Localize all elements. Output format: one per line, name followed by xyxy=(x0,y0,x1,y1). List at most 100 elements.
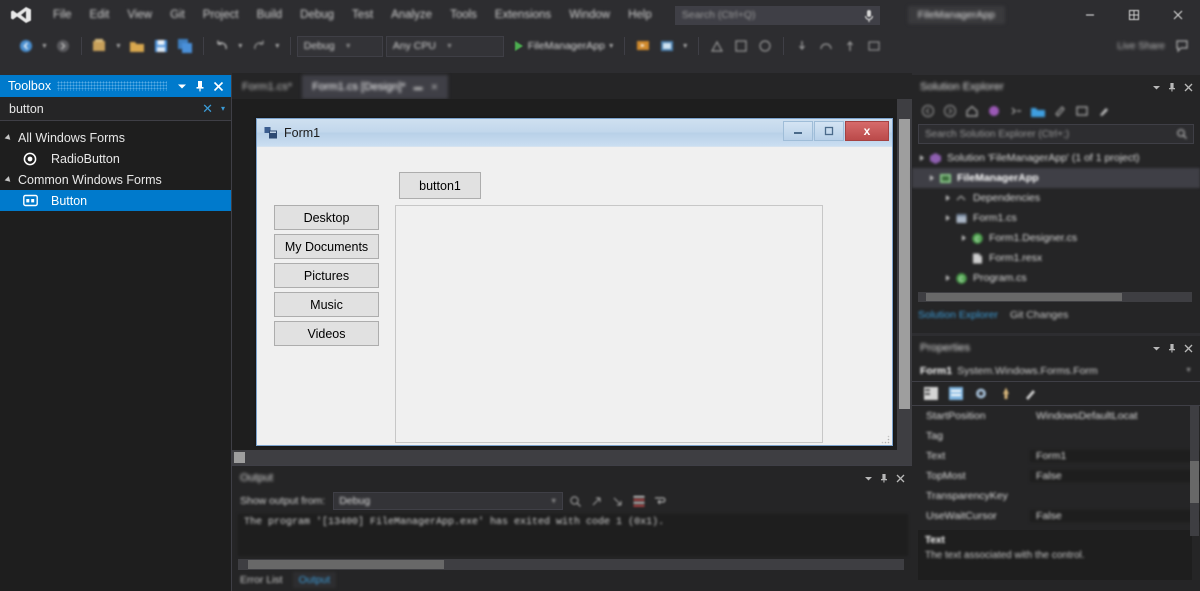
tab-pin-icon[interactable]: ▬ xyxy=(414,82,423,92)
tree-node-form1-designer-cs[interactable]: C Form1.Designer.cs xyxy=(912,228,1200,248)
property-row-usewaitcursor[interactable]: UseWaitCursor False xyxy=(912,506,1200,526)
alphabetical-view-icon[interactable] xyxy=(945,384,967,403)
step-over-icon[interactable] xyxy=(816,36,836,56)
menu-item-window[interactable]: Window xyxy=(560,0,619,30)
toolbox-window-menu-icon[interactable] xyxy=(173,77,191,95)
tab-solution-explorer[interactable]: Solution Explorer xyxy=(918,309,998,321)
form-control-pictures-button[interactable]: Pictures xyxy=(274,263,379,288)
form-control-videos-button[interactable]: Videos xyxy=(274,321,379,346)
menu-item-help[interactable]: Help xyxy=(619,0,661,30)
solution-properties-icon[interactable] xyxy=(1094,102,1114,120)
property-value[interactable]: False xyxy=(1030,470,1200,482)
toolbox-group-common-windows-forms[interactable]: Common Windows Forms xyxy=(0,169,231,190)
property-row-tag[interactable]: Tag xyxy=(912,426,1200,446)
property-value[interactable]: WindowsDefaultLocat xyxy=(1030,410,1200,422)
tree-node-solution[interactable]: Solution 'FileManagerApp' (1 of 1 projec… xyxy=(912,148,1200,168)
microphone-icon[interactable] xyxy=(863,9,875,23)
expander-icon[interactable] xyxy=(962,235,966,241)
designed-form-window[interactable]: Form1 x button1 Desktop My Documents Pic… xyxy=(256,118,893,446)
form-close-button[interactable]: x xyxy=(845,121,889,141)
undo-caret-icon[interactable]: ▼ xyxy=(237,43,244,50)
output-pin-icon[interactable] xyxy=(876,470,892,486)
menu-item-project[interactable]: Project xyxy=(194,0,248,30)
preview-selected-icon[interactable] xyxy=(1072,102,1092,120)
search-icon[interactable] xyxy=(1175,125,1189,143)
show-all-files-icon[interactable] xyxy=(1028,102,1048,120)
scrollbar-thumb[interactable] xyxy=(926,293,1122,301)
redo-icon[interactable] xyxy=(249,36,269,56)
navigate-backward-icon[interactable] xyxy=(16,36,36,56)
debug-tool-2-icon[interactable] xyxy=(731,36,751,56)
debug-tool-3-icon[interactable] xyxy=(755,36,775,56)
form-control-list-panel[interactable] xyxy=(395,205,823,443)
toolbox-search-options-icon[interactable]: ▾ xyxy=(221,104,225,113)
new-project-icon[interactable] xyxy=(90,36,110,56)
solution-explorer-horizontal-scrollbar[interactable] xyxy=(918,292,1192,302)
tool-caret-icon[interactable]: ▼ xyxy=(682,43,689,50)
properties-toggle-icon[interactable] xyxy=(1050,102,1070,120)
back-navigation-icon[interactable] xyxy=(918,102,938,120)
output-horizontal-scrollbar[interactable] xyxy=(238,559,904,570)
output-next-icon[interactable] xyxy=(609,493,626,510)
solution-platform-dropdown[interactable]: Any CPU ▼ xyxy=(385,35,504,57)
expander-icon[interactable] xyxy=(946,275,950,281)
step-out-icon[interactable] xyxy=(840,36,860,56)
events-view-icon[interactable] xyxy=(995,384,1017,403)
output-clear-all-icon[interactable] xyxy=(630,493,647,510)
save-icon[interactable] xyxy=(151,36,171,56)
tab-git-changes[interactable]: Git Changes xyxy=(1010,309,1068,321)
tab-close-icon[interactable]: ✕ xyxy=(431,82,439,93)
start-debugging-button[interactable]: FileManagerApp ▼ xyxy=(514,40,618,52)
properties-grid[interactable]: StartPosition WindowsDefaultLocat Tag Te… xyxy=(912,406,1200,536)
menu-item-view[interactable]: View xyxy=(118,0,161,30)
scrollbar-thumb[interactable] xyxy=(248,560,444,569)
form-resize-grip-icon[interactable] xyxy=(879,432,891,444)
new-project-caret-icon[interactable]: ▼ xyxy=(115,43,122,50)
expander-icon[interactable] xyxy=(946,195,950,201)
form-minimize-button[interactable] xyxy=(783,121,813,141)
toolbox-group-all-windows-forms[interactable]: All Windows Forms xyxy=(0,127,231,148)
menu-item-analyze[interactable]: Analyze xyxy=(382,0,441,30)
property-value[interactable]: Form1 xyxy=(1030,450,1200,462)
restore-button[interactable] xyxy=(1112,0,1156,30)
scrollbar-thumb[interactable] xyxy=(1190,461,1199,503)
form-control-desktop-button[interactable]: Desktop xyxy=(274,205,379,230)
properties-object-selector[interactable]: Form1 System.Windows.Forms.Form ▼ xyxy=(912,360,1200,382)
collapse-all-icon[interactable] xyxy=(1006,102,1026,120)
navigate-backward-caret-icon[interactable]: ▼ xyxy=(41,43,48,50)
live-share-label[interactable]: Live Share xyxy=(1117,41,1165,52)
menu-item-edit[interactable]: Edit xyxy=(81,0,119,30)
open-file-icon[interactable] xyxy=(127,36,147,56)
navigate-forward-icon[interactable] xyxy=(53,36,73,56)
expander-icon[interactable] xyxy=(946,215,950,221)
menu-item-extensions[interactable]: Extensions xyxy=(486,0,560,30)
solution-configuration-dropdown[interactable]: Debug ▼ xyxy=(296,35,383,57)
menu-item-build[interactable]: Build xyxy=(248,0,292,30)
menu-item-test[interactable]: Test xyxy=(343,0,382,30)
hot-reload-icon[interactable] xyxy=(633,36,653,56)
select-element-icon[interactable] xyxy=(657,36,677,56)
step-into-icon[interactable] xyxy=(792,36,812,56)
menu-item-debug[interactable]: Debug xyxy=(291,0,343,30)
tab-form1-cs[interactable]: Form1.cs* xyxy=(232,75,302,99)
expander-icon[interactable] xyxy=(920,155,924,161)
output-text-area[interactable]: The program '[13400] FileManagerApp.exe'… xyxy=(238,514,908,556)
pending-changes-icon[interactable] xyxy=(984,102,1004,120)
close-button[interactable] xyxy=(1156,0,1200,30)
home-icon[interactable] xyxy=(962,102,982,120)
designer-vertical-scrollbar[interactable] xyxy=(897,99,912,465)
minimize-button[interactable] xyxy=(1068,0,1112,30)
form-control-button1[interactable]: button1 xyxy=(399,172,481,199)
forward-navigation-icon[interactable] xyxy=(940,102,960,120)
undo-icon[interactable] xyxy=(212,36,232,56)
feedback-icon[interactable] xyxy=(1172,36,1192,56)
properties-close-icon[interactable] xyxy=(1180,340,1196,356)
toolbox-search-clear-icon[interactable]: ✕ xyxy=(202,101,213,117)
properties-vertical-scrollbar[interactable] xyxy=(1190,406,1199,536)
solution-explorer-pin-icon[interactable] xyxy=(1164,79,1180,95)
tree-node-dependencies[interactable]: Dependencies xyxy=(912,188,1200,208)
tree-node-program-cs[interactable]: C Program.cs xyxy=(912,268,1200,288)
form-maximize-button[interactable] xyxy=(814,121,844,141)
more-tools-icon[interactable] xyxy=(864,36,884,56)
show-output-from-dropdown[interactable]: Debug ▼ xyxy=(333,492,564,510)
